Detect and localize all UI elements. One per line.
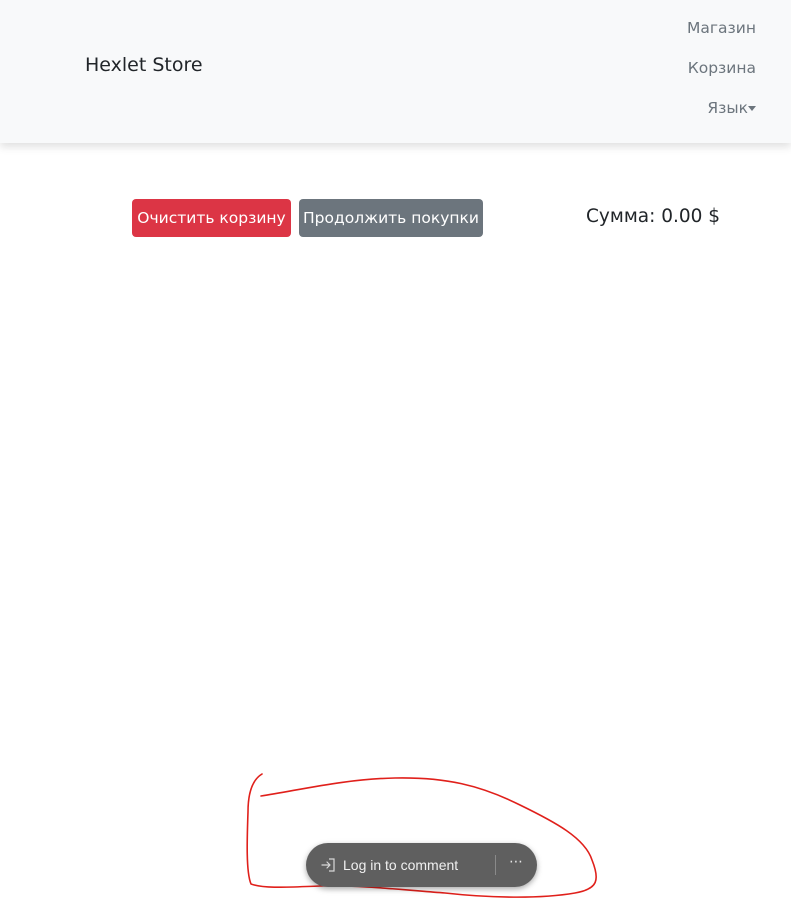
sign-in-icon[interactable]	[320, 857, 336, 873]
nav-link-cart[interactable]: Корзина	[688, 58, 756, 78]
chevron-down-icon[interactable]	[748, 106, 756, 111]
more-horizontal-icon[interactable]: ⋯	[506, 853, 526, 875]
clear-cart-button[interactable]: Очистить корзину	[132, 199, 291, 237]
brand-link[interactable]: Hexlet Store	[85, 53, 203, 77]
comment-toolbar: Log in to comment ⋯	[306, 843, 537, 887]
login-to-comment-button[interactable]: Log in to comment	[343, 856, 458, 874]
top-navbar: Hexlet Store Магазин Корзина Язык	[0, 0, 791, 143]
language-dropdown[interactable]: Язык	[707, 98, 748, 118]
continue-shopping-button[interactable]: Продолжить покупки	[299, 199, 483, 237]
cart-total: Сумма: 0.00 $	[586, 206, 721, 227]
toolbar-divider	[495, 855, 496, 875]
nav-link-shop[interactable]: Магазин	[687, 18, 756, 38]
